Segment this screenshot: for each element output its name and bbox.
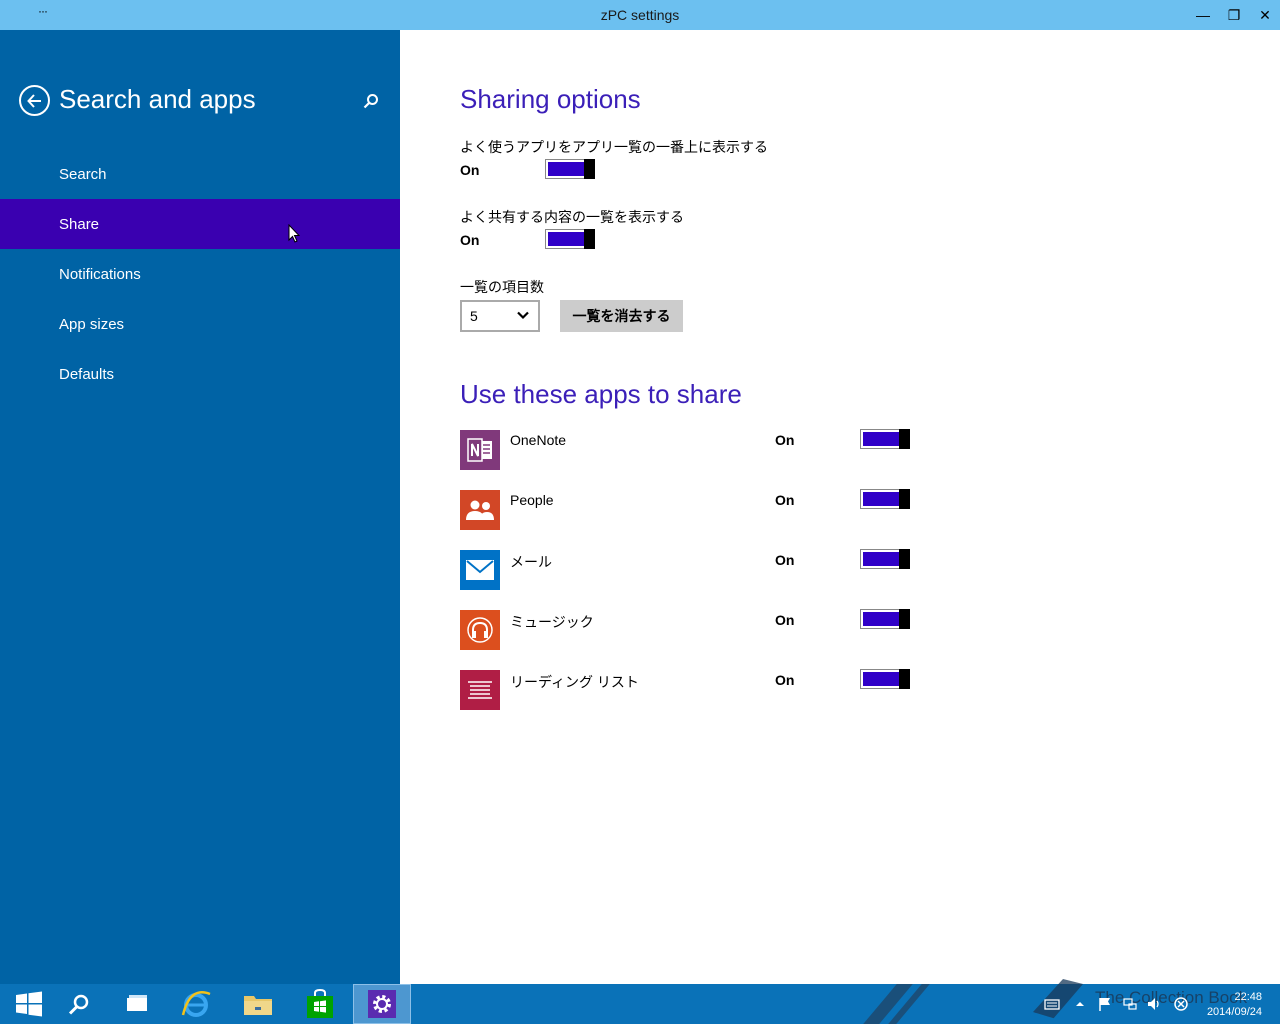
frequent-apps-toggle[interactable] (545, 159, 595, 179)
title-bar: ··· zPC settings — ❐ ✕ (0, 0, 1280, 30)
folder-icon (244, 996, 272, 1015)
taskbar: The Collection Book 22:48 2014/09/24 (0, 979, 1280, 1024)
file-explorer-button[interactable] (229, 984, 287, 1024)
app-name-music: ミュージック (510, 614, 594, 630)
clock-time: 22:48 (1234, 991, 1262, 1003)
sidebar-item-label: App sizes (59, 315, 125, 333)
sidebar-heading: Search and apps (59, 84, 256, 114)
store-button[interactable] (291, 984, 349, 1024)
list-count-value: 5 (470, 308, 478, 324)
flag-icon[interactable] (1097, 996, 1113, 1012)
network-icon[interactable] (1122, 996, 1138, 1012)
onenote-icon (460, 430, 500, 470)
frequent-content-toggle[interactable] (545, 229, 595, 249)
app-name-mail: メール (510, 554, 552, 570)
main-content: Sharing options よく使うアプリをアプリ一覧の一番上に表示する O… (400, 30, 1280, 984)
app-state-music: On (775, 612, 795, 628)
people-toggle[interactable] (860, 489, 910, 509)
action-center-icon[interactable] (1173, 996, 1189, 1012)
minimize-button[interactable]: — (1187, 0, 1219, 30)
gear-icon (368, 990, 396, 1018)
music-icon (460, 610, 500, 650)
share-apps-title: Use these apps to share (460, 379, 742, 409)
mouse-cursor-icon (288, 224, 300, 243)
store-icon (307, 989, 333, 1018)
sidebar-item-notifications[interactable]: Notifications (0, 249, 400, 299)
app-name-people: People (510, 492, 554, 508)
app-name-reading-list: リーディング リスト (510, 674, 639, 690)
internet-explorer-button[interactable] (167, 984, 225, 1024)
window-title: zPC settings (600, 7, 680, 23)
windows-logo-icon (16, 991, 42, 1017)
taskbar-search-button[interactable] (50, 984, 108, 1024)
sharing-options-title: Sharing options (460, 84, 641, 114)
people-icon (460, 490, 500, 530)
sidebar-item-label: Share (59, 215, 100, 233)
taskbar-clock[interactable]: 22:48 2014/09/24 (1207, 990, 1262, 1020)
sidebar: Search and apps Search Share Notificatio… (0, 30, 400, 984)
back-arrow-icon (26, 93, 41, 108)
app-name-onenote: OneNote (510, 432, 567, 448)
sidebar-item-label: Defaults (59, 365, 115, 383)
list-count-label: 一覧の項目数 (460, 279, 544, 295)
mail-icon (460, 550, 500, 590)
option-frequent-content-label: よく共有する内容の一覧を表示する (460, 209, 684, 225)
sidebar-item-defaults[interactable]: Defaults (0, 349, 400, 399)
search-icon[interactable] (362, 92, 380, 110)
sidebar-item-label: Notifications (59, 265, 141, 283)
chevron-down-icon (517, 311, 529, 320)
keyboard-icon[interactable] (1044, 996, 1060, 1012)
task-view-button[interactable] (108, 984, 166, 1024)
list-count-select[interactable]: 5 (460, 300, 540, 332)
option-frequent-apps-state: On (460, 162, 480, 178)
close-icon: ✕ (1259, 6, 1271, 23)
app-state-onenote: On (775, 432, 795, 448)
sidebar-item-search[interactable]: Search (0, 149, 400, 199)
option-frequent-apps-label: よく使うアプリをアプリ一覧の一番上に表示する (460, 139, 768, 155)
task-view-icon (127, 995, 147, 1011)
close-button[interactable]: ✕ (1249, 0, 1280, 30)
sidebar-item-app-sizes[interactable]: App sizes (0, 299, 400, 349)
reading-list-icon (460, 670, 500, 710)
app-state-people: On (775, 492, 795, 508)
settings-app-button[interactable] (353, 984, 411, 1024)
app-state-mail: On (775, 552, 795, 568)
chevron-up-icon[interactable] (1072, 996, 1088, 1012)
volume-icon[interactable] (1146, 996, 1162, 1012)
minimize-icon: — (1196, 7, 1210, 23)
sidebar-item-label: Search (59, 165, 107, 183)
clear-list-button[interactable]: 一覧を消去する (560, 300, 683, 332)
music-toggle[interactable] (860, 609, 910, 629)
onenote-toggle[interactable] (860, 429, 910, 449)
back-button[interactable] (19, 85, 50, 116)
internet-explorer-icon (181, 991, 211, 1017)
maximize-button[interactable]: ❐ (1218, 0, 1250, 30)
reading-list-toggle[interactable] (860, 669, 910, 689)
clock-date: 2014/09/24 (1206, 1006, 1262, 1018)
search-icon (68, 994, 89, 1015)
maximize-icon: ❐ (1227, 6, 1241, 23)
app-state-reading-list: On (775, 672, 795, 688)
mail-toggle[interactable] (860, 549, 910, 569)
option-frequent-content-state: On (460, 232, 480, 248)
sidebar-item-share[interactable]: Share (0, 199, 400, 249)
